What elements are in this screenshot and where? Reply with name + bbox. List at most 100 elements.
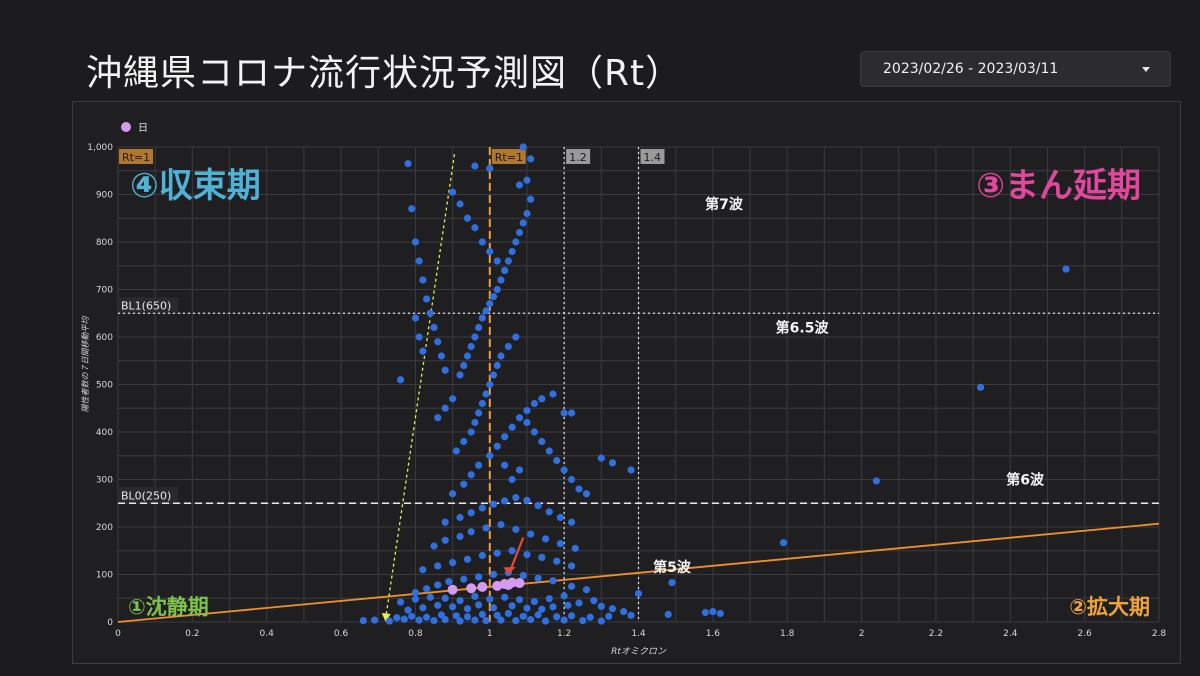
data-point (512, 493, 520, 502)
data-point (597, 617, 605, 625)
data-point (586, 613, 594, 621)
data-point (530, 399, 538, 408)
data-point (441, 536, 449, 544)
data-point (556, 540, 565, 548)
data-point (471, 162, 479, 170)
data-point (512, 238, 520, 246)
data-point (527, 616, 535, 624)
data-point (467, 509, 475, 517)
data-point (385, 617, 394, 625)
y-tick-label: 600 (96, 333, 113, 343)
data-point (460, 575, 468, 583)
data-point (437, 352, 446, 360)
data-point (541, 617, 550, 625)
x-tick-label: 2 (859, 629, 865, 639)
data-point (709, 607, 717, 616)
hline-label: BL0(250) (121, 489, 171, 502)
data-point (497, 276, 505, 284)
data-point (415, 616, 423, 624)
data-point (434, 414, 442, 422)
data-point (456, 597, 464, 605)
data-point (538, 605, 546, 613)
data-point (501, 266, 509, 275)
data-point (463, 613, 472, 621)
data-point (556, 513, 565, 522)
chevron-down-icon (1142, 67, 1150, 72)
x-tick-label: 1.8 (780, 629, 795, 639)
data-point (538, 395, 546, 403)
data-point (430, 616, 438, 625)
data-point (482, 524, 490, 532)
data-point (608, 459, 617, 467)
data-point (527, 530, 535, 538)
data-point (553, 456, 561, 465)
x-tick-label: 2.6 (1077, 629, 1092, 639)
data-point (534, 574, 542, 582)
wave-label: 第7波 (705, 196, 744, 213)
data-point (701, 608, 710, 617)
data-point (493, 285, 501, 294)
data-point (527, 155, 535, 163)
data-point (571, 544, 579, 552)
data-point (463, 555, 472, 563)
x-tick-label: 1.6 (706, 629, 721, 639)
data-point (411, 238, 420, 246)
data-point (460, 480, 468, 488)
recent-data-point (503, 579, 514, 590)
data-point (404, 606, 412, 614)
x-tick-label: 2.2 (929, 629, 943, 639)
data-point (393, 614, 401, 622)
data-point (627, 466, 635, 474)
data-point (508, 247, 516, 256)
data-point (434, 562, 442, 570)
data-point (478, 399, 486, 408)
y-tick-label: 0 (107, 618, 113, 628)
data-point (716, 609, 724, 618)
data-point (441, 404, 449, 412)
data-point (579, 616, 587, 625)
data-point (452, 612, 460, 620)
wave-label: 第6波 (1006, 471, 1045, 488)
data-point (590, 597, 598, 605)
data-point (534, 502, 542, 510)
data-point (567, 612, 576, 620)
data-point (482, 390, 490, 398)
data-point (627, 611, 635, 619)
data-point (478, 238, 486, 246)
data-point (486, 300, 494, 308)
x-tick-label: 0.4 (260, 629, 275, 639)
data-point (545, 508, 553, 516)
quadrant-label-q1: ①沈静期 (128, 595, 209, 619)
vline-label: Rt=1 (495, 151, 523, 164)
data-point (456, 371, 464, 379)
data-point (452, 447, 460, 455)
data-point (560, 409, 568, 417)
data-point (456, 200, 464, 208)
scatter-chart: 0 0.2 0.4 0.6 0.8 1 1.2 1.4 1.6 1.8 2 2.2 2.4 2.6 2.8 0… (81, 122, 1166, 657)
data-point (475, 573, 483, 581)
vline-label: 1.4 (644, 151, 662, 164)
data-point (493, 549, 501, 557)
y-tick-label: 1,000 (87, 143, 113, 153)
data-point (549, 577, 557, 585)
data-point (370, 616, 379, 624)
data-point (456, 532, 464, 541)
y-tick-label: 700 (96, 286, 113, 296)
data-point (478, 504, 486, 512)
data-point (471, 224, 479, 232)
data-point (493, 442, 501, 450)
data-point (411, 314, 420, 322)
data-point (538, 553, 546, 561)
data-point (434, 601, 442, 609)
data-point (475, 323, 483, 332)
data-point (515, 466, 524, 474)
data-point (508, 423, 516, 431)
data-point (456, 513, 464, 522)
data-point (441, 366, 449, 374)
data-point (512, 616, 520, 625)
data-point (567, 518, 576, 526)
data-point (467, 528, 475, 536)
date-range-select[interactable]: 2023/02/26 - 2023/03/11 (860, 51, 1171, 87)
quadrant-label-q2: ②拡大期 (1069, 595, 1150, 619)
hline-label: BL1(650) (121, 299, 171, 312)
